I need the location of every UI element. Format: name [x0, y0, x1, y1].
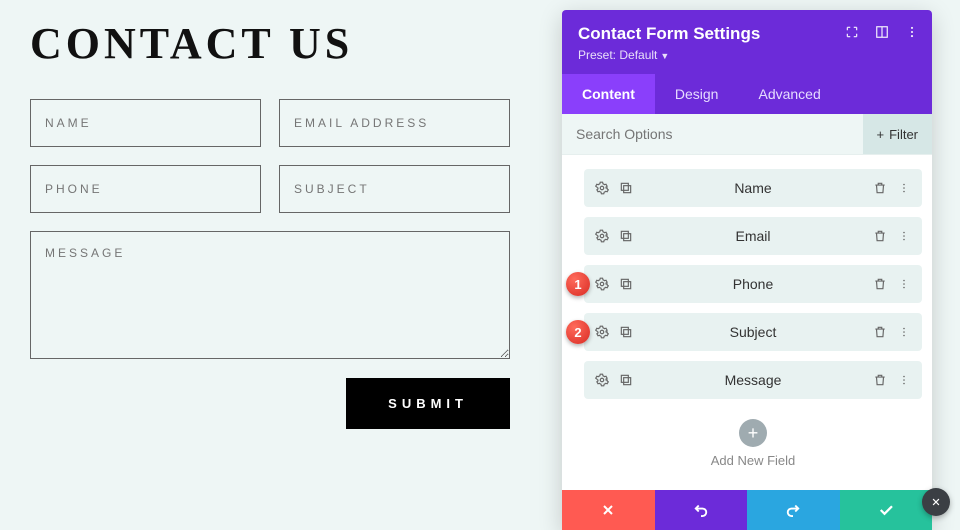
field-label: Name: [634, 180, 872, 196]
fields-list: Name Email 1 Phone: [562, 155, 932, 490]
field-label: Email: [634, 228, 872, 244]
duplicate-icon[interactable]: [618, 228, 634, 244]
panel-header: Contact Form Settings Preset: Default▼: [562, 10, 932, 74]
search-input[interactable]: [562, 114, 863, 154]
field-row-name[interactable]: Name: [584, 169, 922, 207]
field-row-subject[interactable]: 2 Subject: [584, 313, 922, 351]
add-field-button[interactable]: +: [739, 419, 767, 447]
field-row-email[interactable]: Email: [584, 217, 922, 255]
duplicate-icon[interactable]: [618, 180, 634, 196]
redo-button[interactable]: [747, 490, 840, 530]
email-field[interactable]: [279, 99, 510, 147]
gear-icon[interactable]: [594, 180, 610, 196]
tab-design[interactable]: Design: [655, 74, 739, 114]
add-field-area: + Add New Field: [584, 409, 922, 484]
more-icon[interactable]: [896, 324, 912, 340]
field-row-message[interactable]: Message: [584, 361, 922, 399]
cancel-button[interactable]: [562, 490, 655, 530]
chevron-down-icon: ▼: [660, 51, 669, 61]
gear-icon[interactable]: [594, 372, 610, 388]
duplicate-icon[interactable]: [618, 372, 634, 388]
step-badge-2: 2: [566, 320, 590, 344]
filter-button[interactable]: + Filter: [863, 114, 932, 154]
more-icon[interactable]: [904, 24, 920, 40]
trash-icon[interactable]: [872, 324, 888, 340]
panel-footer: [562, 490, 932, 530]
expand-icon[interactable]: [844, 24, 860, 40]
duplicate-icon[interactable]: [618, 276, 634, 292]
field-label: Subject: [634, 324, 872, 340]
filter-label: Filter: [889, 127, 918, 142]
confirm-button[interactable]: [840, 490, 933, 530]
resize-handle[interactable]: [922, 488, 950, 516]
submit-button[interactable]: SUBMIT: [346, 378, 510, 429]
subject-field[interactable]: [279, 165, 510, 213]
undo-button[interactable]: [655, 490, 748, 530]
field-label: Phone: [634, 276, 872, 292]
step-badge-1: 1: [566, 272, 590, 296]
more-icon[interactable]: [896, 276, 912, 292]
panel-tabs: Content Design Advanced: [562, 74, 932, 114]
phone-field[interactable]: [30, 165, 261, 213]
name-field[interactable]: [30, 99, 261, 147]
trash-icon[interactable]: [872, 372, 888, 388]
tab-content[interactable]: Content: [562, 74, 655, 114]
more-icon[interactable]: [896, 180, 912, 196]
gear-icon[interactable]: [594, 276, 610, 292]
preset-label: Preset: Default: [578, 48, 657, 62]
preset-selector[interactable]: Preset: Default▼: [578, 48, 916, 62]
gear-icon[interactable]: [594, 324, 610, 340]
trash-icon[interactable]: [872, 180, 888, 196]
plus-icon: +: [877, 127, 885, 142]
layout-icon[interactable]: [874, 24, 890, 40]
message-field[interactable]: [30, 231, 510, 359]
more-icon[interactable]: [896, 372, 912, 388]
field-row-phone[interactable]: 1 Phone: [584, 265, 922, 303]
trash-icon[interactable]: [872, 276, 888, 292]
trash-icon[interactable]: [872, 228, 888, 244]
settings-panel: Contact Form Settings Preset: Default▼ C…: [562, 10, 932, 530]
page-title: CONTACT US: [30, 18, 510, 69]
field-label: Message: [634, 372, 872, 388]
add-field-label: Add New Field: [584, 453, 922, 468]
more-icon[interactable]: [896, 228, 912, 244]
contact-form: CONTACT US SUBMIT: [30, 18, 510, 429]
gear-icon[interactable]: [594, 228, 610, 244]
duplicate-icon[interactable]: [618, 324, 634, 340]
tab-advanced[interactable]: Advanced: [738, 74, 840, 114]
